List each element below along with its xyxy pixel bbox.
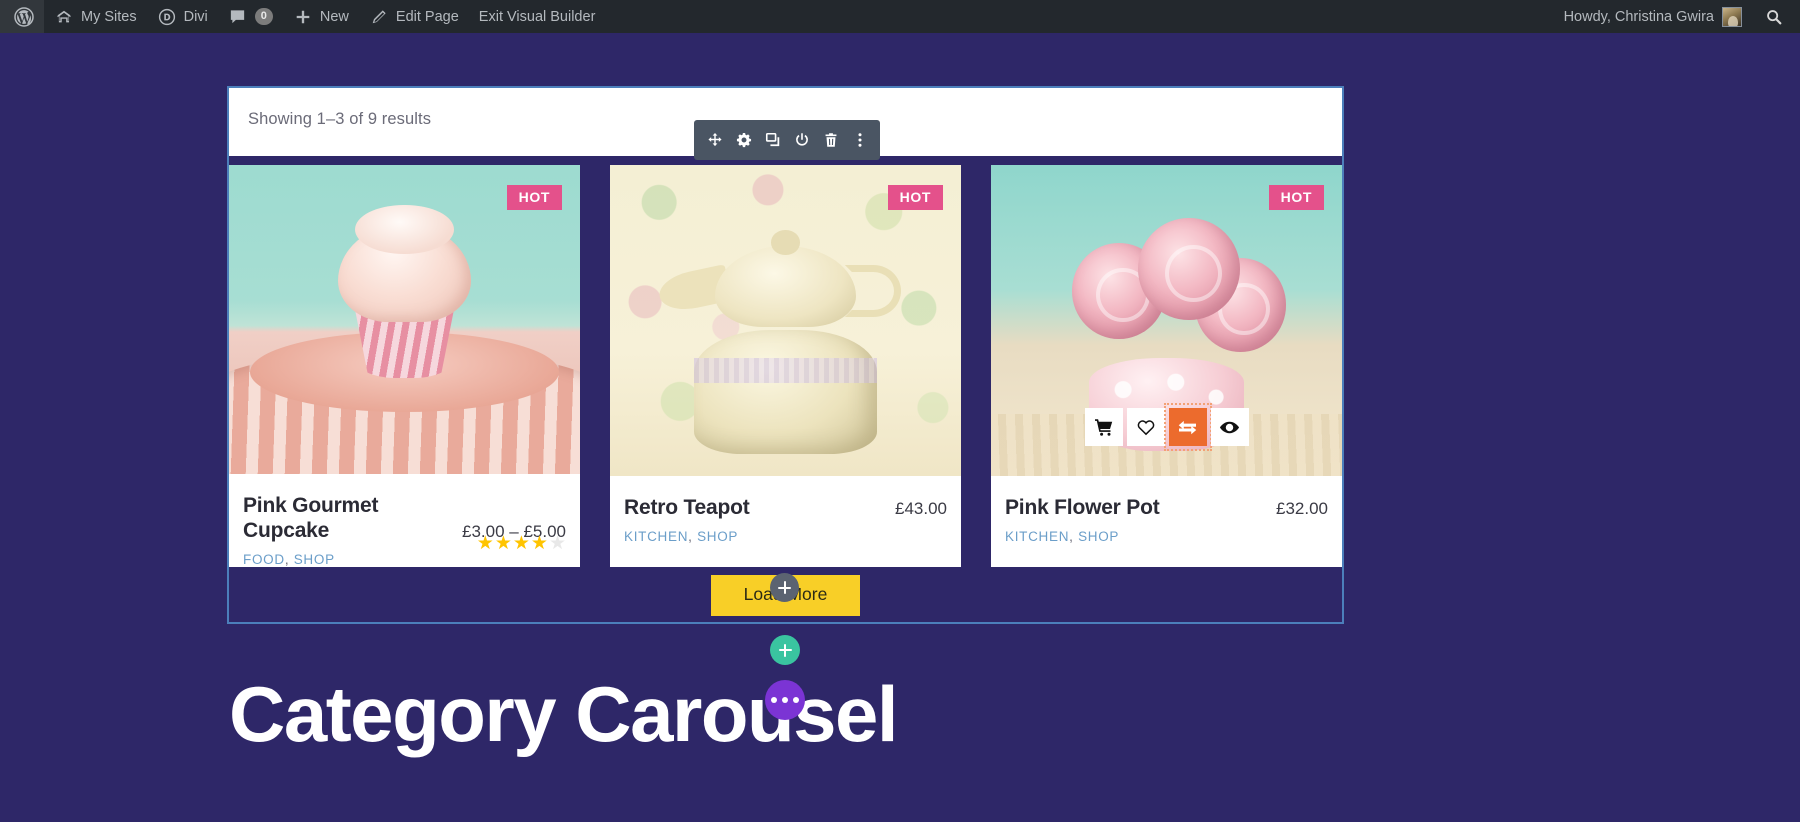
result-count: Showing 1–3 of 9 results <box>248 110 432 128</box>
adminbar-new-label: New <box>319 8 349 25</box>
product-category-link[interactable]: KITCHEN <box>1005 529 1069 544</box>
trash-delete-icon[interactable] <box>816 120 845 160</box>
quick-view-eye-icon[interactable] <box>1210 408 1249 446</box>
compare-icon[interactable] <box>1163 403 1212 451</box>
product-title[interactable]: Retro Teapot <box>624 495 750 520</box>
product-image-wrap[interactable]: HOT <box>991 165 1342 476</box>
product-category-link[interactable]: SHOP <box>697 529 738 544</box>
comments-icon <box>228 7 248 27</box>
wordpress-logo-icon <box>14 6 34 27</box>
star-icon: ★ <box>476 532 494 554</box>
product-card[interactable]: HOT Retro Teapot £43.00 KITCHEN, SHOP <box>610 165 961 567</box>
adminbar-exit-vb-label: Exit Visual Builder <box>478 8 596 25</box>
product-info: Pink Flower Pot £32.00 KITCHEN, SHOP <box>991 476 1342 567</box>
plus-icon <box>293 7 313 27</box>
status-badge: HOT <box>887 185 943 210</box>
divi-icon <box>157 7 177 27</box>
star-icon: ★ <box>530 532 548 554</box>
product-category-link[interactable]: KITCHEN <box>624 529 688 544</box>
more-options-icon <box>771 697 799 703</box>
adminbar-divi-label: Divi <box>183 8 208 25</box>
product-info: Retro Teapot £43.00 KITCHEN, SHOP <box>610 476 961 567</box>
product-info: Pink Gourmet Cupcake £3.00 – £5.00 FOOD,… <box>229 474 580 567</box>
page-title: Category Carousel <box>229 672 899 758</box>
product-categories: KITCHEN, SHOP <box>624 529 739 545</box>
move-module-icon[interactable] <box>700 120 729 160</box>
divi-module-toolbar[interactable] <box>694 120 880 160</box>
plus-icon <box>778 643 792 657</box>
add-to-cart-icon[interactable] <box>1084 408 1123 446</box>
adminbar-my-sites-label: My Sites <box>81 8 137 25</box>
adminbar-exit-visual-builder[interactable]: Exit Visual Builder <box>469 0 606 33</box>
product-price: £43.00 <box>895 499 947 519</box>
add-row-button[interactable] <box>770 635 800 665</box>
add-module-button[interactable] <box>770 573 799 602</box>
product-title-row: Retro Teapot £43.00 <box>624 495 947 520</box>
product-hover-actions[interactable] <box>1084 403 1249 451</box>
product-title[interactable]: Pink Gourmet Cupcake <box>243 493 462 543</box>
product-title[interactable]: Pink Flower Pot <box>1005 495 1160 520</box>
product-card[interactable]: HOT Pink Flower Pot £32.00 KITCHEN, SHOP <box>991 165 1342 567</box>
product-category-link[interactable]: SHOP <box>294 552 335 567</box>
adminbar-edit-page-label: Edit Page <box>395 8 459 25</box>
product-image-wrap[interactable]: HOT <box>610 165 961 476</box>
comments-count-badge: 0 <box>254 8 273 25</box>
product-categories: KITCHEN, SHOP <box>1005 529 1120 545</box>
product-grid: HOT Pink Gourmet Cupcake £3.00 – £5.00 F… <box>229 165 1342 567</box>
product-price: £32.00 <box>1276 499 1328 519</box>
adminbar-search-button[interactable] <box>1752 0 1800 33</box>
adminbar-my-sites[interactable]: My Sites <box>44 0 147 33</box>
duplicate-module-icon[interactable] <box>758 120 787 160</box>
product-image-wrap[interactable]: HOT <box>229 165 580 474</box>
adminbar-howdy[interactable]: Howdy, Christina Gwira <box>1554 0 1752 33</box>
star-icon: ★ <box>548 532 566 554</box>
wp-admin-bar: My Sites Divi 0 New Edit Page Exit Visua… <box>0 0 1800 33</box>
status-badge: HOT <box>506 185 562 210</box>
product-category-link[interactable]: SHOP <box>1078 529 1119 544</box>
product-title-row: Pink Flower Pot £32.00 <box>1005 495 1328 520</box>
product-card[interactable]: HOT Pink Gourmet Cupcake £3.00 – £5.00 F… <box>229 165 580 567</box>
adminbar-comments[interactable]: 0 <box>218 0 283 33</box>
star-icon: ★ <box>512 532 530 554</box>
adminbar-right-group: Howdy, Christina Gwira <box>1554 0 1800 33</box>
product-category-link[interactable]: FOOD <box>243 552 285 567</box>
avatar <box>1722 6 1742 27</box>
status-badge: HOT <box>1268 185 1324 210</box>
plus-icon <box>778 581 791 594</box>
my-sites-icon <box>54 7 74 27</box>
product-image-cupcake <box>229 165 580 474</box>
more-options-icon[interactable] <box>845 120 874 160</box>
divi-shop-module[interactable]: Showing 1–3 of 9 results HOT Pink Gourme… <box>227 86 1344 624</box>
gear-settings-icon[interactable] <box>729 120 758 160</box>
search-icon <box>1764 7 1784 27</box>
product-rating: ★ ★ ★ ★ ★ <box>477 534 566 553</box>
adminbar-howdy-label: Howdy, Christina Gwira <box>1563 8 1714 25</box>
product-image-teapot <box>610 165 961 476</box>
adminbar-wordpress-logo[interactable] <box>0 0 44 33</box>
adminbar-edit-page[interactable]: Edit Page <box>359 0 469 33</box>
adminbar-new[interactable]: New <box>283 0 359 33</box>
adminbar-divi[interactable]: Divi <box>147 0 218 33</box>
pencil-icon <box>369 7 389 27</box>
section-options-button[interactable] <box>765 680 805 720</box>
wishlist-heart-icon[interactable] <box>1126 408 1165 446</box>
power-disable-icon[interactable] <box>787 120 816 160</box>
star-icon: ★ <box>494 532 512 554</box>
product-categories: FOOD, SHOP <box>243 552 335 567</box>
